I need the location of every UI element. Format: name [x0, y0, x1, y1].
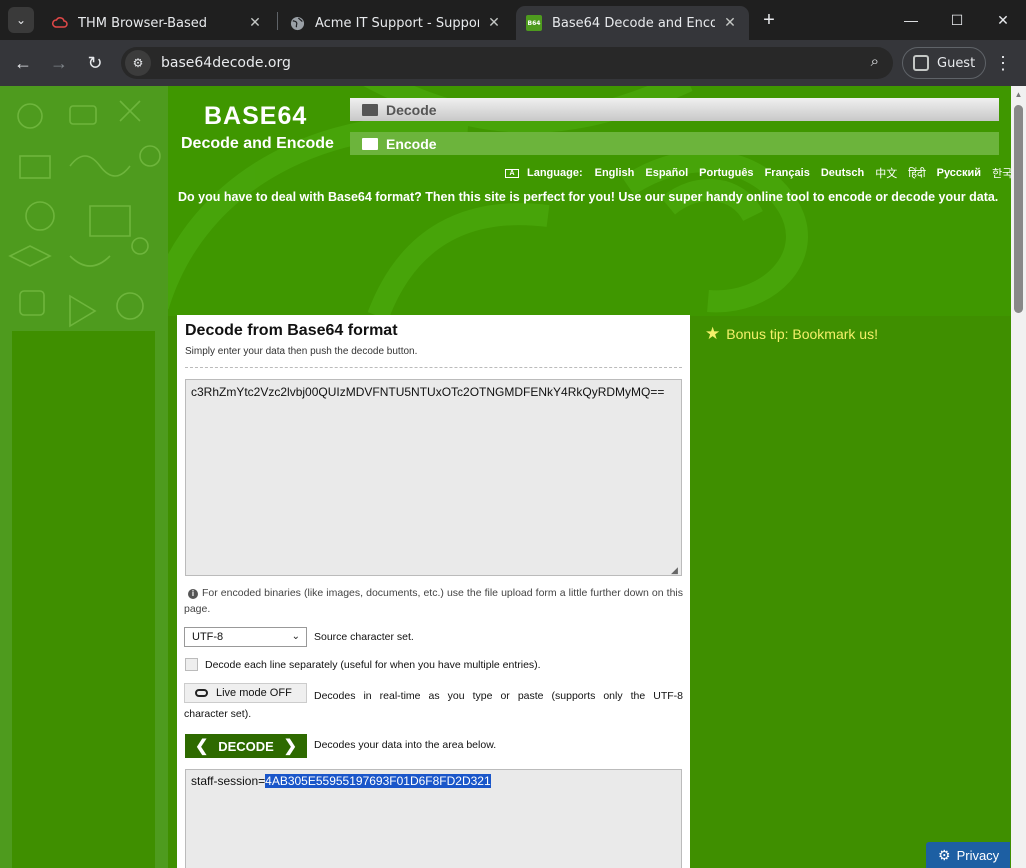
language-label: Language:	[527, 167, 583, 179]
reload-icon[interactable]: ↻	[80, 48, 110, 78]
gear-icon: ⚙	[938, 846, 951, 863]
star-icon: ★	[705, 324, 721, 343]
bonus-tip-text: Bonus tip: Bookmark us!	[726, 326, 878, 342]
site-logo-subtitle[interactable]: Decode and Encode	[181, 135, 334, 153]
tab-title: Base64 Decode and Encode - O	[552, 15, 715, 31]
folder-open-icon	[362, 103, 378, 116]
lang-francais[interactable]: Français	[765, 167, 810, 179]
tab-base64[interactable]: B64 Base64 Decode and Encode - O ✕	[516, 6, 749, 40]
lang-espanol[interactable]: Español	[645, 167, 688, 179]
live-mode-description: Decodes in real-time as you type or past…	[314, 690, 683, 702]
charset-select[interactable]: UTF-8 ⌄	[184, 627, 307, 647]
charset-value: UTF-8	[192, 631, 224, 643]
address-bar[interactable]: ⚙ base64decode.org ⌕	[121, 47, 893, 79]
tab-title: THM Browser-Based	[78, 15, 208, 31]
maximize-icon[interactable]: ☐	[934, 0, 980, 40]
site-tagline: Do you have to deal with Base64 format? …	[178, 190, 999, 204]
translate-icon: A	[505, 168, 519, 178]
lang-english[interactable]: English	[595, 167, 635, 179]
sidebar-ad-area	[12, 331, 155, 868]
divider	[185, 367, 682, 368]
scroll-up-arrow-icon[interactable]: ▲	[1014, 90, 1023, 99]
profile-label: Guest	[937, 55, 976, 71]
close-tab-icon[interactable]: ✕	[246, 14, 264, 32]
globe-icon	[289, 15, 305, 31]
lang-russian[interactable]: Русский	[937, 167, 981, 179]
new-tab-icon[interactable]: +	[758, 9, 780, 31]
site-info-icon[interactable]: ⚙	[125, 50, 151, 76]
close-tab-icon[interactable]: ✕	[721, 14, 739, 32]
search-icon[interactable]: ⌕	[871, 53, 879, 70]
live-mode-description-cont: character set).	[184, 708, 252, 720]
privacy-button[interactable]: ⚙ Privacy	[926, 842, 1010, 868]
scrollbar-thumb[interactable]	[1014, 105, 1023, 313]
chevron-right-icon: ❯	[283, 738, 297, 755]
tab-strip: ⌄ THM Browser-Based ✕ Acme IT Support - …	[0, 0, 1026, 40]
live-mode-toggle[interactable]: Live mode OFF	[184, 683, 307, 703]
browser-chrome: ⌄ THM Browser-Based ✕ Acme IT Support - …	[0, 0, 1026, 86]
tab-acme[interactable]: Acme IT Support - Support Tick ✕	[279, 6, 513, 40]
tab-thm[interactable]: THM Browser-Based ✕	[42, 6, 274, 40]
live-mode-label: Live mode OFF	[216, 687, 292, 699]
privacy-label: Privacy	[956, 847, 1000, 863]
decode-each-line-label: Decode each line separately (useful for …	[205, 659, 541, 671]
nav-encode-label: Encode	[386, 135, 437, 152]
profile-button[interactable]: Guest	[902, 47, 986, 79]
decode-panel: Decode from Base64 format Simply enter y…	[177, 315, 690, 868]
menu-kebab-icon[interactable]: ⋮	[992, 48, 1014, 78]
lang-deutsch[interactable]: Deutsch	[821, 167, 864, 179]
close-tab-icon[interactable]: ✕	[485, 14, 503, 32]
lang-korean[interactable]: 한국어	[992, 165, 1011, 181]
info-icon: i	[188, 589, 198, 599]
nav-decode[interactable]: Decode	[350, 98, 999, 121]
resize-grip-icon[interactable]: ◢	[671, 565, 681, 575]
tab-divider	[277, 12, 278, 30]
binary-upload-note: i For encoded binaries (like images, docu…	[184, 585, 683, 617]
folder-icon	[362, 137, 378, 150]
charset-label: Source character set.	[314, 631, 414, 643]
lang-portugues[interactable]: Português	[699, 167, 753, 179]
chevron-down-icon: ⌄	[291, 631, 300, 642]
output-text: staff-session=	[191, 774, 266, 788]
tab-search-chevron-icon[interactable]: ⌄	[8, 7, 34, 33]
tab-title: Acme IT Support - Support Tick	[315, 15, 479, 31]
panel-subtitle: Simply enter your data then push the dec…	[185, 346, 418, 357]
language-label-wrap: A Language:	[505, 167, 583, 179]
panel-title: Decode from Base64 format	[185, 322, 398, 339]
url-text: base64decode.org	[161, 55, 291, 71]
chevron-left-icon: ❮	[195, 738, 209, 755]
close-window-icon[interactable]: ✕	[980, 0, 1026, 40]
toggle-icon	[195, 689, 208, 697]
web-page: BASE64 Decode and Encode Decode Encode A…	[0, 86, 1011, 868]
decode-button[interactable]: ❮ DECODE ❯	[185, 734, 307, 758]
cloud-icon	[52, 15, 68, 31]
browser-toolbar: ← → ↻ ⚙ base64decode.org ⌕ Guest ⋮	[0, 40, 1026, 86]
decoded-output[interactable]: staff-session=4AB305E55955197693F01D6F8F…	[185, 769, 682, 868]
site-logo-title[interactable]: BASE64	[204, 102, 307, 131]
back-icon[interactable]: ←	[8, 48, 38, 78]
base64-input[interactable]: c3RhZmYtc2Vzc2lvbj00QUIzMDVFNTU5NTUxOTc2…	[185, 379, 682, 576]
decode-button-label: DECODE	[218, 738, 274, 754]
language-bar: A Language: English Español Português Fr…	[505, 165, 1011, 181]
b64-favicon: B64	[526, 15, 542, 31]
nav-encode[interactable]: Encode	[350, 132, 999, 155]
decode-description: Decodes your data into the area below.	[314, 739, 497, 751]
forward-icon[interactable]: →	[44, 48, 74, 78]
output-selected-text: 4AB305E55955197693F01D6F8FD2D321	[265, 774, 491, 788]
binary-note-text: For encoded binaries (like images, docum…	[184, 587, 683, 615]
avatar-icon	[913, 55, 929, 71]
bonus-tip[interactable]: ★ Bonus tip: Bookmark us!	[705, 324, 878, 344]
lang-hindi[interactable]: हिंदी	[908, 166, 925, 181]
decode-each-line-checkbox[interactable]	[185, 658, 198, 671]
minimize-icon[interactable]: —	[888, 0, 934, 40]
lang-chinese[interactable]: 中文	[875, 165, 897, 181]
nav-decode-label: Decode	[386, 101, 437, 118]
